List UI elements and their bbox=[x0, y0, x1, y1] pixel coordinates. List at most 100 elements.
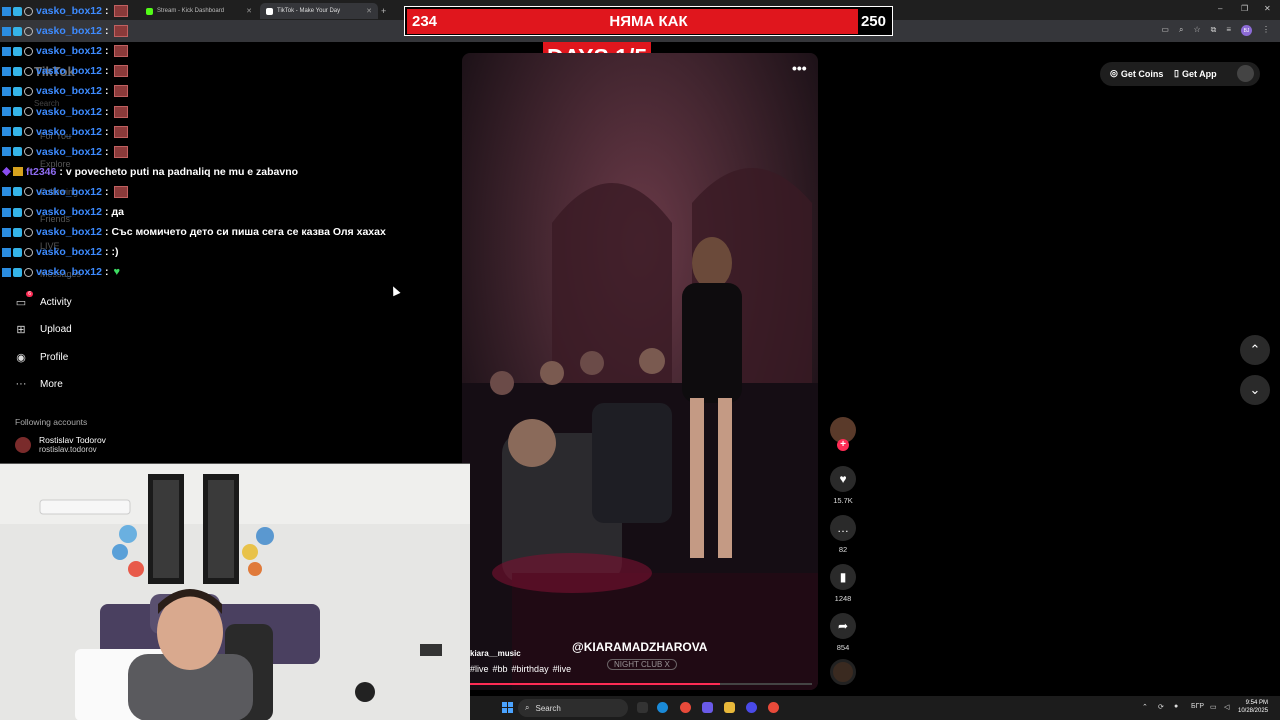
nav-profile[interactable]: ◉ Profile bbox=[14, 347, 68, 367]
chat-username[interactable]: vasko_box12 bbox=[36, 146, 102, 158]
volume-icon[interactable]: ◁ bbox=[1224, 703, 1229, 711]
nav-more[interactable]: ··· More bbox=[14, 374, 63, 394]
goal-banner: 234 НЯМА КАК 250 bbox=[404, 6, 893, 36]
discord-icon[interactable] bbox=[702, 702, 713, 713]
bookmark-action[interactable]: ▮ 1248 bbox=[829, 564, 857, 603]
chrome-icon[interactable] bbox=[768, 702, 779, 713]
chat-username[interactable]: vasko_box12 bbox=[36, 126, 102, 138]
chat-username[interactable]: vasko_box12 bbox=[36, 186, 102, 198]
nav-activity[interactable]: ▭ 6 Activity bbox=[14, 290, 72, 312]
tab-tiktok[interactable]: TikTok - Make Your Day ✕ bbox=[260, 3, 378, 19]
chat-username[interactable]: vasko_box12 bbox=[36, 106, 102, 118]
chat-message: vasko_box12: ♥ bbox=[2, 264, 120, 280]
tab-kick-dashboard[interactable]: Stream - Kick Dashboard ✕ bbox=[140, 3, 258, 19]
get-app-button[interactable]: ▯ Get App bbox=[1174, 68, 1217, 79]
previous-video-button[interactable]: ⌃ bbox=[1240, 335, 1270, 365]
new-tab-button[interactable]: + bbox=[378, 3, 392, 19]
like-action[interactable]: ♥ 15.7K bbox=[829, 466, 857, 505]
chat-separator: : bbox=[104, 85, 109, 98]
heart-icon[interactable]: ♥ bbox=[830, 466, 856, 492]
goal-target: 250 bbox=[860, 13, 886, 30]
windows-start-icon[interactable] bbox=[502, 702, 513, 713]
webcam-frame bbox=[0, 464, 470, 720]
video-progress-bar[interactable] bbox=[470, 683, 812, 685]
taskbar-search[interactable]: ⌕ Search bbox=[518, 699, 628, 717]
edge-icon[interactable] bbox=[657, 702, 668, 713]
get-coins-button[interactable]: ◎ Get Coins bbox=[1110, 68, 1163, 79]
chat-username[interactable]: vasko_box12 bbox=[36, 25, 102, 37]
tab-search-icon[interactable]: ≡ bbox=[1226, 25, 1231, 36]
hashtag[interactable]: #live bbox=[553, 664, 572, 674]
network-icon[interactable]: ▭ bbox=[1210, 703, 1217, 711]
comment-icon[interactable]: … bbox=[830, 515, 856, 541]
badge-icon bbox=[24, 26, 33, 36]
menu-icon[interactable]: ⋮ bbox=[1262, 25, 1270, 36]
chat-badges bbox=[2, 46, 33, 56]
comment-action[interactable]: … 82 bbox=[829, 515, 857, 554]
system-clock[interactable]: 9:54 PM 10/28/2025 bbox=[1238, 699, 1268, 715]
nav-label: Activity bbox=[40, 296, 72, 308]
follow-plus-button[interactable]: + bbox=[837, 439, 849, 451]
chat-username[interactable]: vasko_box12 bbox=[36, 266, 102, 278]
video-more-button[interactable]: ••• bbox=[792, 60, 807, 76]
nav-upload[interactable]: ⊞ Upload bbox=[14, 319, 71, 339]
chat-separator: : bbox=[104, 145, 109, 158]
badge-icon bbox=[13, 46, 22, 56]
following-account[interactable]: Rostislav Todorov rostislav.todorov bbox=[15, 435, 106, 454]
task-view-icon[interactable] bbox=[637, 702, 648, 713]
tray-sync-icon[interactable]: ⟳ bbox=[1158, 703, 1164, 711]
mic-icon[interactable]: ● bbox=[1174, 703, 1178, 710]
minimize-button[interactable]: – bbox=[1218, 4, 1222, 13]
upload-icon: ⊞ bbox=[16, 323, 26, 336]
badge-icon bbox=[13, 147, 22, 157]
tray-chevron-icon[interactable]: ⌃ bbox=[1142, 703, 1148, 711]
chat-username[interactable]: vasko_box12 bbox=[36, 206, 102, 218]
share-icon[interactable]: ➦ bbox=[830, 613, 856, 639]
chat-username[interactable]: vasko_box12 bbox=[36, 85, 102, 97]
close-icon[interactable]: ✕ bbox=[366, 7, 372, 15]
emote-icon bbox=[114, 65, 129, 78]
chat-username[interactable]: vasko_box12 bbox=[36, 45, 102, 57]
badge-icon bbox=[2, 26, 11, 36]
star-icon[interactable]: ☆ bbox=[1193, 25, 1200, 36]
badge-icon bbox=[13, 167, 23, 177]
language-indicator[interactable]: БГР bbox=[1191, 703, 1204, 710]
badge-icon bbox=[2, 187, 11, 197]
maximize-button[interactable]: ❐ bbox=[1241, 4, 1248, 13]
close-window-button[interactable]: ✕ bbox=[1264, 4, 1271, 13]
cast-icon[interactable]: ▭ bbox=[1161, 25, 1169, 36]
chat-badges bbox=[2, 147, 33, 157]
chat-separator: : bbox=[104, 226, 109, 239]
obs-icon[interactable] bbox=[746, 702, 757, 713]
bookmark-icon[interactable]: ▮ bbox=[830, 564, 856, 590]
hashtag[interactable]: #live bbox=[470, 664, 489, 674]
chat-username[interactable]: vasko_box12 bbox=[36, 5, 102, 17]
badge-icon bbox=[13, 66, 22, 76]
hashtag[interactable]: #birthday bbox=[512, 664, 549, 674]
avatar bbox=[15, 436, 31, 453]
close-icon[interactable]: ✕ bbox=[246, 7, 252, 15]
music-disc-icon[interactable] bbox=[830, 659, 856, 685]
chat-username[interactable]: vasko_box12 bbox=[36, 226, 102, 238]
chat-username[interactable]: ft2346 bbox=[26, 166, 56, 178]
zoom-icon[interactable]: ⌕ bbox=[1179, 25, 1183, 36]
badge-icon bbox=[13, 207, 22, 217]
profile-avatar[interactable]: BJ bbox=[1241, 25, 1252, 36]
badge-icon bbox=[2, 167, 11, 177]
chat-username[interactable]: vasko_box12 bbox=[36, 246, 102, 258]
chat-text: Със момичето дето си пиша сега се казва … bbox=[111, 226, 386, 239]
badge-icon bbox=[13, 127, 22, 137]
chat-username[interactable]: vasko_box12 bbox=[36, 65, 102, 77]
badge-icon bbox=[2, 6, 11, 16]
video-hashtags: #live #bb #birthday #live bbox=[470, 664, 571, 674]
extensions-icon[interactable]: ⧉ bbox=[1211, 25, 1217, 36]
user-avatar[interactable] bbox=[1237, 65, 1254, 82]
video-player[interactable] bbox=[462, 53, 818, 690]
file-explorer-icon[interactable] bbox=[724, 702, 735, 713]
video-author[interactable]: kiara__music bbox=[470, 649, 521, 658]
hashtag[interactable]: #bb bbox=[493, 664, 508, 674]
badge-icon bbox=[2, 267, 11, 277]
chrome-icon[interactable] bbox=[680, 702, 691, 713]
share-action[interactable]: ➦ 854 bbox=[829, 613, 857, 652]
next-video-button[interactable]: ⌄ bbox=[1240, 375, 1270, 405]
